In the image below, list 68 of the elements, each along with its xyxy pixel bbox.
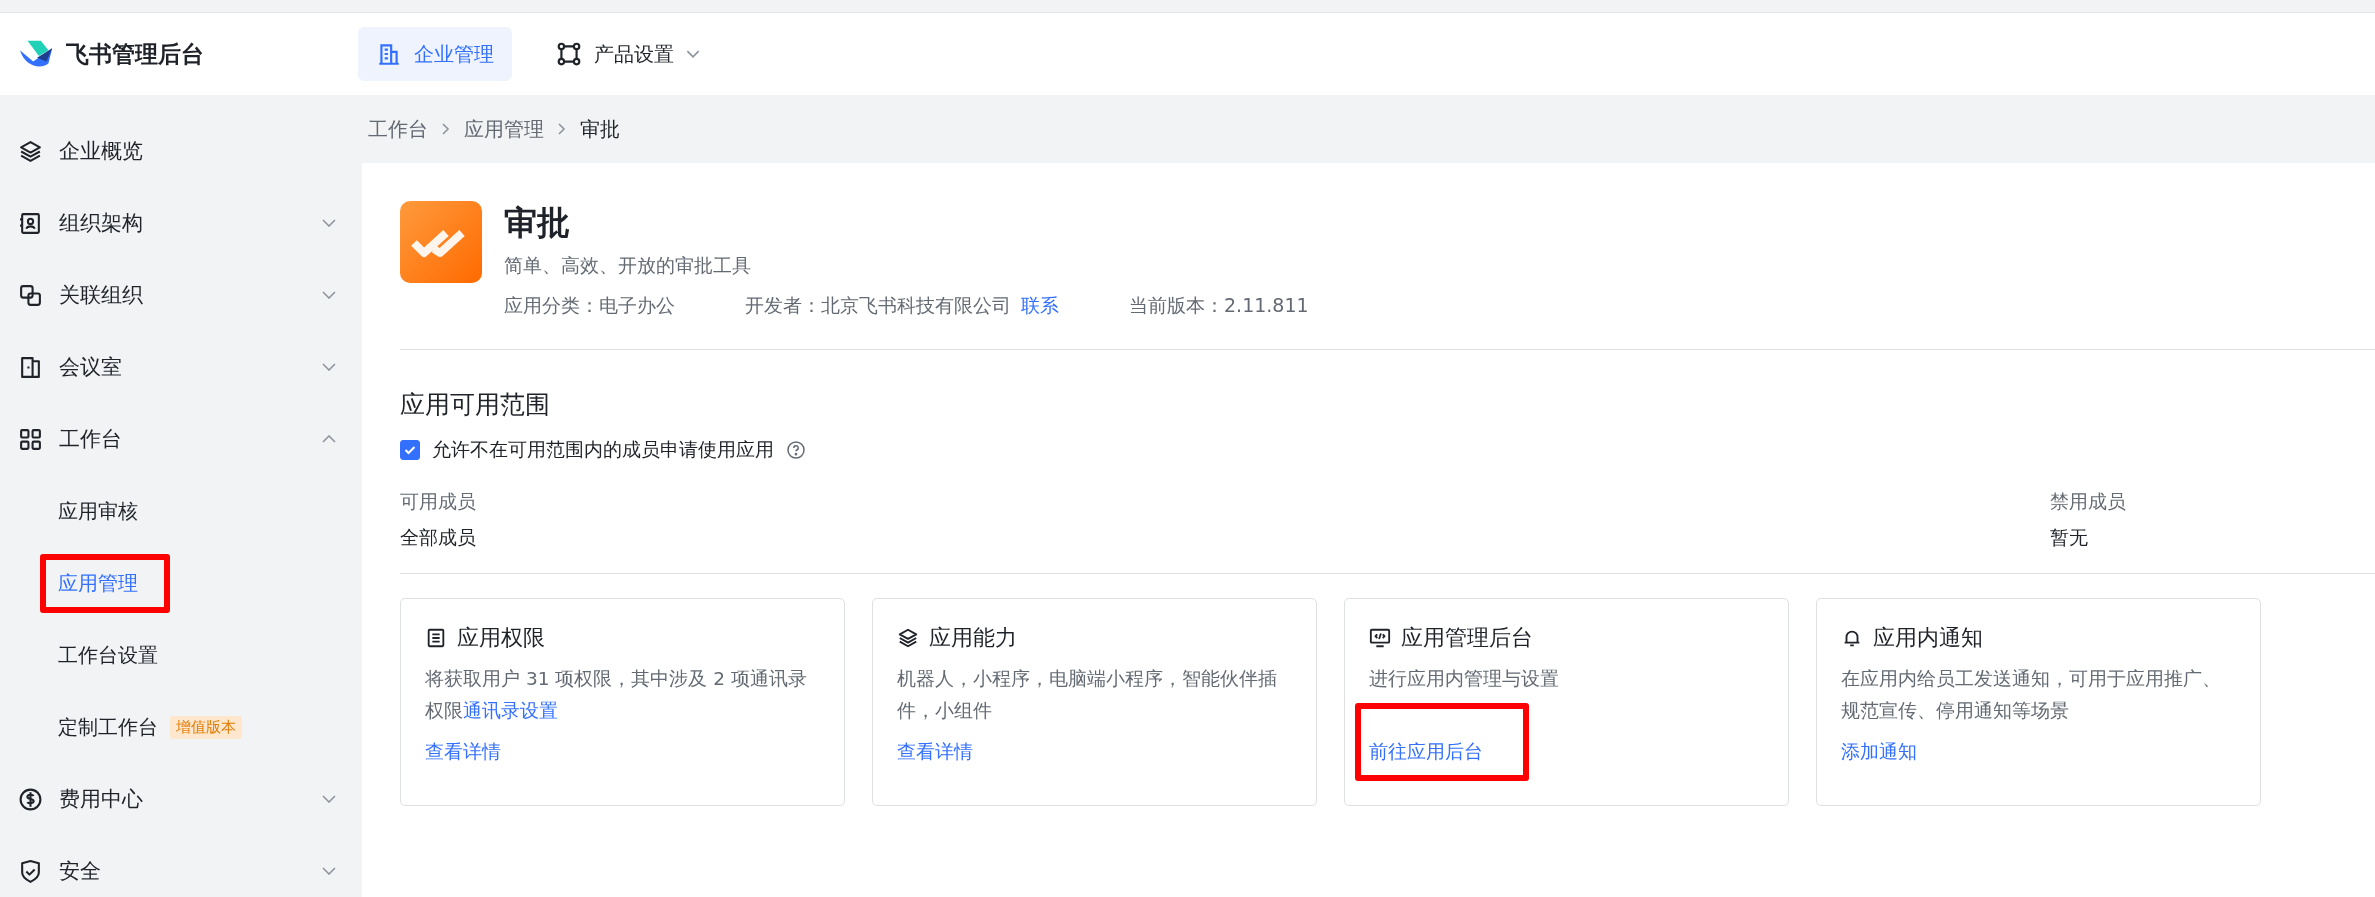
door-icon xyxy=(18,354,43,380)
sidebar-item[interactable]: 组织架构 xyxy=(0,187,360,259)
breadcrumb-item[interactable]: 工作台 xyxy=(368,115,428,143)
app-description: 简单、高效、开放的审批工具 xyxy=(504,253,752,278)
app-title: 飞书管理后台 xyxy=(66,39,204,69)
chevron-down-icon xyxy=(322,795,336,803)
card-link[interactable]: 查看详情 xyxy=(425,739,501,765)
app-version: 当前版本：2.11.811 xyxy=(1129,293,1309,318)
app-category: 应用分类：电子办公 xyxy=(504,293,675,318)
contact-icon xyxy=(18,210,43,236)
card-title: 应用管理后台 xyxy=(1401,624,1533,652)
list-icon xyxy=(425,627,447,649)
sidebar-item[interactable]: 企业概览 xyxy=(0,115,360,187)
upgrade-badge: 增值版本 xyxy=(170,715,242,739)
section-title: 应用可用范围 xyxy=(400,389,551,421)
nodes-icon xyxy=(556,41,582,67)
card-description: 在应用内给员工发送通知，可用于应用推广、规范宣传、停用通知等场景 xyxy=(1841,667,2222,723)
app-developer: 开发者：北京飞书科技有限公司 xyxy=(745,293,1011,318)
app-name: 审批 xyxy=(504,202,571,244)
chevron-down-icon xyxy=(322,363,336,371)
dollar-icon xyxy=(18,786,43,812)
sidebar-item[interactable]: 会议室 xyxy=(0,331,360,403)
breadcrumb-item: 审批 xyxy=(580,115,620,143)
card-description: 进行应用内管理与设置 xyxy=(1369,667,1560,691)
chevron-up-icon xyxy=(322,435,336,443)
checkmark-icon xyxy=(404,445,416,455)
sidebar-subitem[interactable]: 定制工作台 xyxy=(58,713,158,741)
chevron-down-icon xyxy=(322,867,336,875)
card-description: 将获取用户 31 项权限，其中涉及 2 项通讯录权限通讯录设置 xyxy=(425,667,808,723)
nav-tab[interactable]: 产品设置 xyxy=(538,27,718,81)
field-label: 禁用成员 xyxy=(2050,489,2127,514)
sidebar-subitem[interactable]: 应用管理 xyxy=(58,569,138,597)
card-title: 应用内通知 xyxy=(1873,624,1983,652)
sidebar-subitem[interactable]: 应用审核 xyxy=(58,497,138,525)
field-value: 全部成员 xyxy=(400,525,477,550)
card-title: 应用权限 xyxy=(457,624,545,652)
sidebar-subitem[interactable]: 工作台设置 xyxy=(58,641,158,669)
contacts-settings-link[interactable]: 通讯录设置 xyxy=(463,700,558,721)
link-icon xyxy=(18,282,43,308)
grid-icon xyxy=(18,426,43,452)
sidebar-item[interactable]: 关联组织 xyxy=(0,259,360,331)
sidebar-item[interactable]: 费用中心 xyxy=(0,763,360,835)
monitor-icon xyxy=(1369,627,1391,649)
sidebar-item[interactable]: 工作台 xyxy=(0,403,360,475)
layers-icon xyxy=(897,627,919,649)
check-marks-app-icon xyxy=(400,201,482,283)
building-icon xyxy=(376,41,402,67)
chevron-down-icon xyxy=(322,291,336,299)
checkbox[interactable] xyxy=(400,440,420,460)
card-description: 机器人，小程序，电脑端小程序，智能伙伴插件，小组件 xyxy=(897,667,1278,723)
chevron-down-icon xyxy=(686,49,700,59)
card-link[interactable]: 添加通知 xyxy=(1841,739,1917,765)
card-link[interactable]: 查看详情 xyxy=(897,739,973,765)
field-value: 暂无 xyxy=(2050,525,2089,550)
nav-tab[interactable]: 企业管理 xyxy=(358,27,512,81)
breadcrumb-item[interactable]: 应用管理 xyxy=(464,115,544,143)
chevron-right-icon xyxy=(558,123,566,135)
contact-link[interactable]: 联系 xyxy=(1021,293,1059,319)
shield-icon xyxy=(18,858,43,884)
help-icon[interactable] xyxy=(786,440,806,460)
chevron-down-icon xyxy=(322,219,336,227)
card-link[interactable]: 前往应用后台 xyxy=(1369,739,1483,765)
field-label: 可用成员 xyxy=(400,489,477,514)
card-title: 应用能力 xyxy=(929,624,1017,652)
sidebar-item[interactable]: 安全 xyxy=(0,835,360,897)
layers-icon xyxy=(18,138,43,164)
checkbox-label: 允许不在可用范围内的成员申请使用应用 xyxy=(432,437,774,462)
chevron-right-icon xyxy=(442,123,450,135)
